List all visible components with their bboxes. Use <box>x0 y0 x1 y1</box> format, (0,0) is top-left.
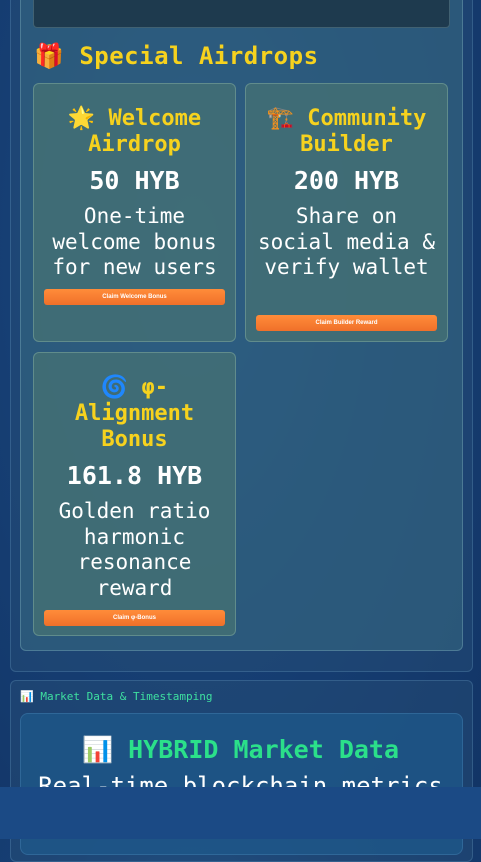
special-airdrops-title: 🎁 Special Airdrops <box>34 42 319 70</box>
card-description: One-time welcome bonus for new users <box>52 204 217 279</box>
card-title: 🌀 φ-Alignment Bonus <box>74 375 195 452</box>
card-title: 🏗️ Community Builder <box>266 106 427 157</box>
community-builder-card: 🏗️ Community Builder 200 HYB Share on so… <box>245 83 448 342</box>
card-description: Share on social media & verify wallet <box>257 204 435 279</box>
phi-alignment-card: 🌀 φ-Alignment Bonus 161.8 HYB Golden rat… <box>33 352 236 636</box>
market-data-section-title: 📊 Market Data & Timestamping <box>20 690 213 703</box>
card-amount: 200 HYB <box>293 166 400 195</box>
card-amount: 161.8 HYB <box>66 461 203 490</box>
claim-builder-reward-button[interactable]: Claim Builder Reward <box>256 315 437 331</box>
bottom-bar <box>0 787 481 839</box>
card-amount: 50 HYB <box>89 166 180 195</box>
market-data-heading: 📊 HYBRID Market Data <box>81 735 400 764</box>
claim-phi-bonus-button[interactable]: Claim φ-Bonus <box>44 610 225 626</box>
card-description: Golden ratio harmonic resonance reward <box>58 499 211 600</box>
card-title: 🌟 Welcome Airdrop <box>67 106 202 157</box>
previous-section-bar <box>33 0 450 28</box>
welcome-airdrop-card: 🌟 Welcome Airdrop 50 HYB One-time welcom… <box>33 83 236 342</box>
claim-welcome-bonus-button[interactable]: Claim Welcome Bonus <box>44 289 225 305</box>
